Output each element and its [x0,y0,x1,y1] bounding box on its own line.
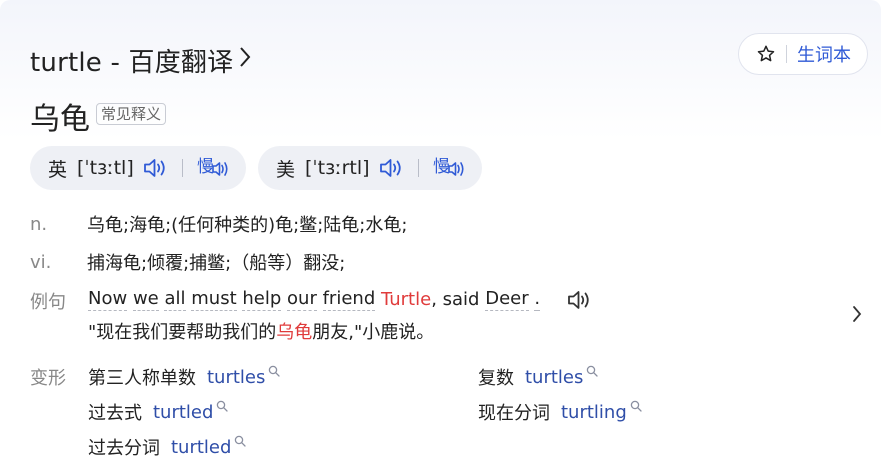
pronunciation-label: 英 [48,158,68,181]
inflections-label: 变形 [30,368,66,389]
example-word[interactable]: our [287,288,317,311]
pronunciation-us: 美 [ˈtɜːrtl] 慢 [258,146,482,190]
chevron-right-icon [239,45,251,75]
inflection-word-link[interactable]: turtles [525,367,583,388]
phonetic-text: [ˈtɜːrtl] [305,157,370,179]
divider [786,45,787,63]
part-of-speech: vi. [30,251,52,273]
definition-text: 捕海龟;倾覆;捕鳖;（船等）翻没; [87,253,346,274]
example-sentence-zh: "现在我们要帮助我们的乌龟朋友,"小鹿说。 [88,318,434,344]
example-highlight-word: 乌龟 [276,322,313,343]
star-outline-icon [757,45,775,62]
definition-row: n. 乌龟;海龟;(任何种类的)龟;鳖;陆龟;水龟; [30,210,407,238]
example-text: 朋友,"小鹿说。 [312,322,435,343]
definition-row: vi. 捕海龟;倾覆;捕鳖;（船等）翻没; [30,248,345,276]
common-meaning-badge: 常见释义 [96,103,167,125]
headword: 乌龟 [30,102,90,137]
example-text: "现在我们要帮助我们的 [88,322,277,343]
vocab-book-button[interactable]: 生词本 [738,33,868,75]
part-of-speech: n. [30,213,48,235]
inflection-name: 过去式 [88,403,142,424]
title-link[interactable]: turtle - 百度翻译 [30,40,251,80]
example-word[interactable]: we [132,288,159,311]
slow-label: 慢 [197,156,214,177]
page-title: turtle - 百度翻译 [30,47,234,78]
inflection-item: 复数 turtles [478,364,599,390]
speaker-icon[interactable] [142,157,168,179]
inflection-name: 现在分词 [478,403,550,424]
example-word[interactable]: Now [88,288,128,311]
pronunciation-uk: 英 [ˈtɜːtl] 慢 [30,146,246,190]
example-label: 例句 [30,292,66,313]
inflection-name: 第三人称单数 [88,368,196,389]
example-sentence-en: Now we all must help our friend Turtle, … [88,288,592,311]
search-icon[interactable] [234,435,247,447]
search-icon[interactable] [586,365,599,377]
example-word[interactable]: Deer [485,288,529,311]
inflection-item: 第三人称单数 turtles [88,364,281,390]
divider [417,159,419,177]
speaker-icon[interactable] [378,157,404,179]
translation-card: turtle - 百度翻译 生词本 乌龟 常见释义 英 [ˈtɜːtl] 慢 美… [0,0,881,466]
slow-speaker-icon[interactable]: 慢 [433,155,469,181]
search-icon[interactable] [268,365,281,377]
vocab-book-label: 生词本 [797,45,851,66]
inflection-word-link[interactable]: turtled [171,437,231,458]
example-word: . [534,288,541,311]
search-icon[interactable] [216,400,229,412]
pronunciation-label: 美 [276,158,296,181]
inflection-item: 过去分词 turtled [88,434,247,460]
definition-text: 乌龟;海龟;(任何种类的)龟;鳖;陆龟;水龟; [87,215,408,236]
inflection-word-link[interactable]: turtled [153,402,213,423]
slow-speaker-icon[interactable]: 慢 [197,155,233,181]
example-highlight-word: Turtle [380,289,432,310]
example-word[interactable]: all [164,288,186,311]
slow-label: 慢 [433,156,450,177]
inflection-item: 过去式 turtled [88,399,229,425]
search-icon[interactable] [630,400,642,412]
example-word[interactable]: help [242,288,282,311]
inflection-name: 复数 [478,368,514,389]
inflection-word-link[interactable]: turtling [561,402,627,423]
phonetic-text: [ˈtɜːtl] [77,157,134,179]
example-word[interactable]: friend [322,288,376,311]
inflection-word-link[interactable]: turtles [207,367,265,388]
speaker-icon[interactable] [566,289,592,311]
headword-row: 乌龟 常见释义 [30,96,167,137]
chevron-right-icon[interactable] [852,305,862,327]
inflection-name: 过去分词 [88,438,160,459]
divider [181,159,183,177]
example-word[interactable]: must [191,288,237,311]
example-text: , said [431,289,480,310]
inflection-item: 现在分词 turtling [478,399,642,425]
